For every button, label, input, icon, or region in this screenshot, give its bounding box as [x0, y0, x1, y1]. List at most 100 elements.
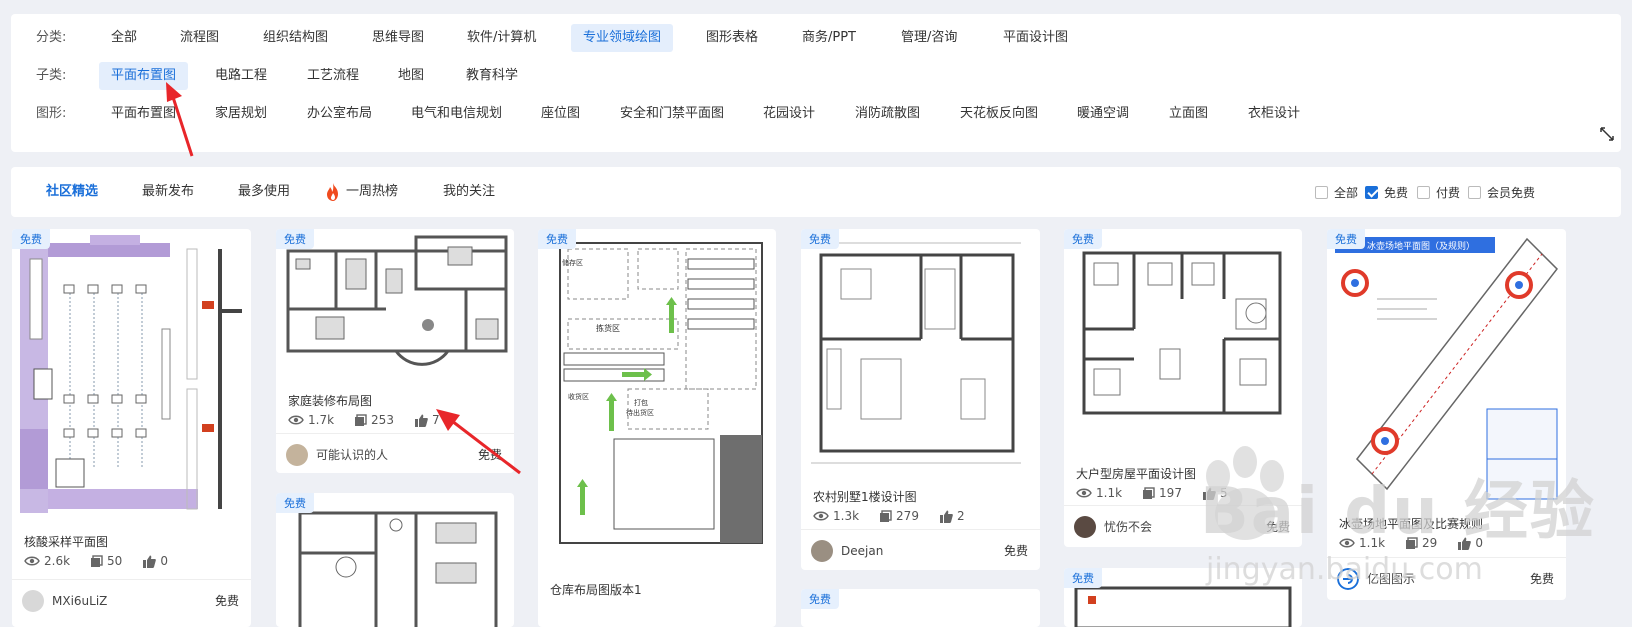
chip-shape-home[interactable]: 家居规划: [203, 100, 279, 128]
chip-shape-electrical[interactable]: 电气和电信规划: [399, 100, 514, 128]
chip-category-professional[interactable]: 专业领域绘图: [571, 24, 674, 52]
chip-category-graphic-design[interactable]: 平面设计图: [991, 24, 1080, 52]
price-label: 免费: [1529, 572, 1554, 586]
card-footer: Deejan 免费: [801, 529, 1040, 570]
views-count: 1.3k: [833, 509, 860, 523]
author-name[interactable]: 忧伤不会: [1104, 506, 1152, 547]
card-title[interactable]: 冰壶场地平面图及比赛规则: [1339, 515, 1483, 532]
likes-count: 2: [956, 509, 965, 523]
chip-shape-wardrobe[interactable]: 衣柜设计: [1236, 100, 1312, 128]
author-name[interactable]: Deejan: [841, 530, 883, 570]
filter-free-checkbox[interactable]: 免费: [1365, 184, 1408, 200]
card-footer: 忧伤不会 免费: [1064, 505, 1302, 547]
chip-sub-circuit[interactable]: 电路工程: [203, 62, 279, 90]
checkbox-free[interactable]: [1365, 185, 1378, 199]
chip-category-org-chart[interactable]: 组织结构图: [251, 24, 340, 52]
template-card[interactable]: 免费 农村别墅1楼设计图 1.3k 279 2 Deejan 免费: [801, 229, 1040, 570]
views-count: 1.1k: [1096, 486, 1123, 500]
copies-count: 279: [896, 509, 919, 523]
tab-community-picks[interactable]: 社区精选: [46, 167, 98, 217]
thumbs-up-icon: [143, 555, 157, 568]
template-card[interactable]: 免费: [1064, 568, 1302, 627]
card-thumbnail: 冰壶场地平面图（及规则）: [1335, 237, 1558, 500]
chip-sub-education[interactable]: 教育科学: [454, 62, 530, 90]
likes-count: 7: [431, 413, 440, 427]
chip-category-flowchart[interactable]: 流程图: [168, 24, 231, 52]
checkbox-paid[interactable]: [1417, 185, 1430, 199]
likes-stat: 7: [414, 413, 440, 427]
chip-shape-elevation[interactable]: 立面图: [1157, 100, 1220, 128]
filter-paid-checkbox[interactable]: 付费: [1417, 184, 1460, 200]
avatar[interactable]: [286, 444, 308, 466]
price-label: 免费: [1265, 520, 1290, 534]
avatar[interactable]: [1074, 516, 1096, 538]
card-stats: 1.7k 253 7: [288, 413, 460, 427]
likes-count: 0: [1475, 536, 1483, 550]
category-label: 分类:: [36, 30, 67, 45]
chip-sub-floor-plan[interactable]: 平面布置图: [99, 62, 189, 90]
chip-category-software[interactable]: 软件/计算机: [455, 24, 548, 52]
copies-stat: 279: [879, 509, 919, 523]
filter-member-free-checkbox[interactable]: 会员免费: [1468, 184, 1535, 200]
chip-category-graph-table[interactable]: 图形表格: [694, 24, 770, 52]
author-name[interactable]: 可能认识的人: [316, 434, 388, 473]
template-card[interactable]: 免费 家庭装修布局图 1.7k 253 7 可能认识的人 免费: [276, 229, 514, 473]
views-stat: 1.1k: [1076, 486, 1122, 500]
template-card[interactable]: 免费 核酸采样平面图 2.6k 50 0 MXi6uLiZ 免费: [12, 229, 251, 627]
edraw-logo-icon[interactable]: [1337, 568, 1359, 590]
author-name[interactable]: 亿图图示: [1367, 558, 1415, 600]
card-title[interactable]: 家庭装修布局图: [288, 392, 372, 409]
chip-shape-floor-plan[interactable]: 平面布置图: [99, 100, 188, 128]
free-tag: 免费: [1064, 568, 1102, 588]
thumbs-up-icon: [1458, 537, 1472, 550]
subcategory-label: 子类:: [36, 68, 67, 83]
template-card[interactable]: 免费 大户型房屋平面设计图 1.1k 197 5 忧伤不会 免费: [1064, 229, 1302, 547]
tab-latest[interactable]: 最新发布: [142, 167, 194, 217]
copy-icon: [91, 554, 103, 567]
template-card[interactable]: 免费: [801, 589, 1040, 627]
chip-shape-seating[interactable]: 座位图: [529, 100, 592, 128]
chip-sub-process[interactable]: 工艺流程: [295, 62, 371, 90]
checkbox-all-label: 全部: [1334, 185, 1359, 200]
chip-shape-hvac[interactable]: 暖通空调: [1065, 100, 1141, 128]
copy-icon: [880, 509, 892, 522]
card-title[interactable]: 农村别墅1楼设计图: [813, 488, 917, 505]
chip-category-business-ppt[interactable]: 商务/PPT: [790, 24, 868, 52]
chip-category-all[interactable]: 全部: [99, 24, 149, 52]
copies-stat: 253: [354, 413, 394, 427]
price-label: 免费: [1003, 544, 1028, 558]
free-tag: 免费: [12, 229, 50, 249]
filter-all-checkbox[interactable]: 全部: [1315, 184, 1358, 200]
checkbox-paid-label: 付费: [1436, 185, 1461, 200]
shape-label: 图形:: [36, 106, 67, 121]
tab-following[interactable]: 我的关注: [443, 167, 495, 217]
copy-icon: [1406, 536, 1418, 549]
copy-icon: [355, 413, 367, 426]
tab-most-used[interactable]: 最多使用: [238, 167, 290, 217]
checkbox-all[interactable]: [1315, 185, 1328, 199]
expand-icon[interactable]: [1599, 126, 1615, 142]
chip-shape-garden[interactable]: 花园设计: [751, 100, 827, 128]
template-card[interactable]: 免费 冰壶场地平面图（及规则） 冰壶场地平面图及比赛规则 1.1k 29 0 亿…: [1327, 229, 1566, 600]
card-thumbnail: [1082, 251, 1282, 415]
avatar[interactable]: [22, 590, 44, 612]
author-name[interactable]: MXi6uLiZ: [52, 580, 107, 622]
chip-shape-office[interactable]: 办公室布局: [295, 100, 384, 128]
chip-shape-ceiling[interactable]: 天花板反向图: [948, 100, 1050, 128]
chip-sub-map[interactable]: 地图: [386, 62, 436, 90]
chip-category-mindmap[interactable]: 思维导图: [360, 24, 436, 52]
views-stat: 1.3k: [813, 509, 859, 523]
avatar[interactable]: [811, 540, 833, 562]
free-tag: 免费: [1327, 229, 1365, 249]
card-thumbnail: [811, 242, 1021, 464]
card-title[interactable]: 大户型房屋平面设计图: [1076, 465, 1196, 482]
chip-shape-fire-evac[interactable]: 消防疏散图: [843, 100, 932, 128]
card-title[interactable]: 仓库布局图版本1: [550, 581, 642, 598]
card-title[interactable]: 核酸采样平面图: [24, 533, 108, 550]
chip-category-management[interactable]: 管理/咨询: [889, 24, 969, 52]
tab-weekly-hot[interactable]: 一周热榜: [324, 167, 398, 217]
template-card[interactable]: 免费: [276, 493, 514, 627]
template-card[interactable]: 免费 储存区 拣货区 收货区 打包 待出货区 仓库布局图版本1: [538, 229, 776, 627]
chip-shape-security[interactable]: 安全和门禁平面图: [608, 100, 736, 128]
checkbox-member-free[interactable]: [1468, 185, 1481, 199]
